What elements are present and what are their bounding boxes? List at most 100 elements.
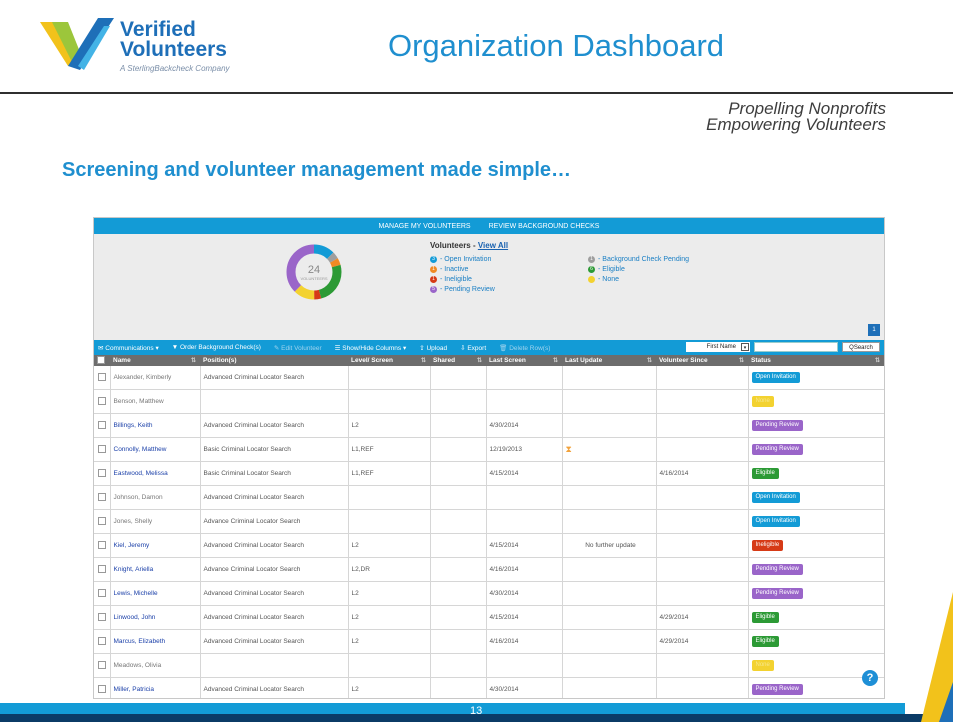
volunteer-name[interactable]: Johnson, Damon bbox=[110, 485, 201, 510]
volunteer-name[interactable]: Alexander, Kimberly bbox=[110, 366, 201, 390]
status-badge[interactable]: Ineligible bbox=[751, 540, 784, 551]
col-header-positions[interactable]: Position(s) bbox=[200, 355, 348, 366]
search-button[interactable]: QSearch bbox=[842, 342, 880, 352]
select-all-checkbox[interactable] bbox=[97, 355, 105, 364]
table-row[interactable]: Miller, Patricia Advanced Criminal Locato… bbox=[94, 677, 884, 698]
row-checkbox[interactable] bbox=[97, 612, 106, 621]
table-row[interactable]: Meadows, Olivia None bbox=[94, 653, 884, 678]
col-header-name[interactable]: Name ⇅ bbox=[110, 355, 200, 366]
row-checkbox[interactable] bbox=[97, 516, 106, 525]
table-row[interactable]: Benson, Matthew None bbox=[94, 389, 884, 414]
row-checkbox[interactable] bbox=[97, 564, 106, 573]
row-checkbox-cell bbox=[94, 581, 111, 606]
communications-menu[interactable]: ✉ Communications ▾ bbox=[98, 344, 159, 352]
table-row[interactable]: Connolly, Matthew Basic Criminal Locator … bbox=[94, 437, 884, 462]
legend-label: - None bbox=[598, 275, 620, 283]
row-checkbox[interactable] bbox=[97, 636, 106, 645]
view-all-link[interactable]: View All bbox=[478, 241, 508, 250]
legend-item-ineligible[interactable]: 1- Ineligible bbox=[430, 274, 495, 284]
status-badge[interactable]: Pending Review bbox=[751, 420, 803, 431]
status-badge[interactable]: Open Invitation bbox=[751, 516, 800, 527]
select-all-header[interactable] bbox=[94, 355, 110, 366]
nav-manage-volunteers[interactable]: MANAGE MY VOLUNTEERS bbox=[379, 223, 471, 230]
table-row[interactable]: Alexander, Kimberly Advanced Criminal Loc… bbox=[94, 366, 884, 390]
col-header-level-screen[interactable]: Level/ Screen ⇅ bbox=[348, 355, 430, 366]
row-checkbox[interactable] bbox=[97, 492, 106, 501]
table-row[interactable]: Jones, Shelly Advance Criminal Locator Se… bbox=[94, 509, 884, 534]
legend-label: - Background Check Pending bbox=[598, 255, 690, 263]
volunteer-name[interactable]: Miller, Patricia bbox=[110, 677, 201, 698]
position-cell: Advance Criminal Locator Search bbox=[200, 557, 349, 582]
status-badge[interactable]: None bbox=[751, 660, 774, 671]
volunteer-name[interactable]: Linwood, John bbox=[110, 605, 201, 630]
status-badge[interactable]: Pending Review bbox=[751, 444, 803, 455]
legend-label: - Ineligible bbox=[440, 275, 472, 283]
col-header-volunteer-since[interactable]: Volunteer Since ⇅ bbox=[656, 355, 748, 366]
table-row[interactable]: Billings, Keith Advanced Criminal Locator… bbox=[94, 413, 884, 438]
show-hide-columns-menu[interactable]: ☰ Show/Hide Columns ▾ bbox=[335, 344, 407, 352]
last-screen-cell: 4/15/2014 bbox=[486, 461, 563, 486]
legend-item-eligible[interactable]: 6- Eligible bbox=[588, 264, 689, 274]
status-badge[interactable]: Eligible bbox=[751, 636, 779, 647]
table-row[interactable]: Eastwood, Melissa Basic Criminal Locator … bbox=[94, 461, 884, 486]
row-checkbox[interactable] bbox=[97, 420, 106, 429]
help-icon[interactable]: ? bbox=[862, 670, 878, 686]
last-screen-cell bbox=[486, 509, 563, 534]
edit-volunteer-button[interactable]: ✎ Edit Volunteer bbox=[274, 344, 322, 352]
legend-item-background-check-pending[interactable]: 1- Background Check Pending bbox=[588, 254, 689, 264]
search-input[interactable] bbox=[754, 342, 838, 352]
status-badge[interactable]: Pending Review bbox=[751, 564, 803, 575]
page-badge[interactable]: 1 bbox=[868, 324, 880, 336]
order-background-check-button[interactable]: ▼ Order Background Check(s) bbox=[172, 344, 261, 351]
legend-item-inactive[interactable]: 1- Inactive bbox=[430, 264, 495, 274]
table-row[interactable]: Marcus, Elizabeth Advanced Criminal Locat… bbox=[94, 629, 884, 654]
col-header-shared[interactable]: Shared ⇅ bbox=[430, 355, 486, 366]
legend-item-pending-review[interactable]: 5- Pending Review bbox=[430, 284, 495, 294]
volunteer-name[interactable]: Knight, Ariella bbox=[110, 557, 201, 582]
export-button[interactable]: ⇩ Export bbox=[460, 344, 486, 352]
row-checkbox[interactable] bbox=[97, 588, 106, 597]
last-update-cell bbox=[562, 413, 657, 438]
status-badge[interactable]: Pending Review bbox=[751, 684, 803, 695]
legend-item-open-invitation[interactable]: 3- Open Invitation bbox=[430, 254, 495, 264]
row-checkbox[interactable] bbox=[97, 444, 106, 453]
volunteer-name[interactable]: Billings, Keith bbox=[110, 413, 201, 438]
table-row[interactable]: Knight, Ariella Advance Criminal Locator … bbox=[94, 557, 884, 582]
table-row[interactable]: Kiel, Jeremy Advanced Criminal Locator Se… bbox=[94, 533, 884, 558]
status-badge[interactable]: Eligible bbox=[751, 612, 779, 623]
row-checkbox[interactable] bbox=[97, 660, 106, 669]
table-row[interactable]: Johnson, Damon Advanced Criminal Locator … bbox=[94, 485, 884, 510]
row-checkbox[interactable] bbox=[97, 684, 106, 693]
row-checkbox[interactable] bbox=[97, 540, 106, 549]
col-header-last-update[interactable]: Last Update ⇅ bbox=[562, 355, 656, 366]
slide-subheading: Screening and volunteer management made … bbox=[62, 159, 572, 181]
volunteer-name[interactable]: Meadows, Olivia bbox=[110, 653, 201, 678]
status-badge[interactable]: None bbox=[751, 396, 774, 407]
volunteer-name[interactable]: Marcus, Elizabeth bbox=[110, 629, 201, 654]
row-checkbox[interactable] bbox=[97, 372, 106, 381]
status-badge[interactable]: Pending Review bbox=[751, 588, 803, 599]
search-field-select[interactable]: First Name ▾ bbox=[686, 342, 750, 352]
status-badge[interactable]: Open Invitation bbox=[751, 372, 800, 383]
upload-button[interactable]: ⇪ Upload bbox=[419, 344, 447, 352]
volunteer-name[interactable]: Connolly, Matthew bbox=[110, 437, 201, 462]
volunteer-name[interactable]: Jones, Shelly bbox=[110, 509, 201, 534]
volunteer-name[interactable]: Lewis, Michelle bbox=[110, 581, 201, 606]
table-row[interactable]: Lewis, Michelle Advanced Criminal Locator… bbox=[94, 581, 884, 606]
col-header-status[interactable]: Status ⇅ bbox=[748, 355, 884, 366]
volunteer-since-cell bbox=[656, 581, 749, 606]
col-header-label: Last Screen bbox=[489, 357, 526, 364]
row-checkbox[interactable] bbox=[97, 468, 106, 477]
volunteer-name[interactable]: Eastwood, Melissa bbox=[110, 461, 201, 486]
status-badge[interactable]: Eligible bbox=[751, 468, 779, 479]
row-checkbox[interactable] bbox=[97, 396, 106, 405]
nav-review-background-checks[interactable]: REVIEW BACKGROUND CHECKS bbox=[489, 223, 600, 230]
volunteer-name[interactable]: Benson, Matthew bbox=[110, 389, 201, 414]
table-row[interactable]: Linwood, John Advanced Criminal Locator S… bbox=[94, 605, 884, 630]
volunteer-name[interactable]: Kiel, Jeremy bbox=[110, 533, 201, 558]
status-badge[interactable]: Open Invitation bbox=[751, 492, 800, 503]
col-header-last-screen[interactable]: Last Screen ⇅ bbox=[486, 355, 562, 366]
delete-rows-button[interactable]: 🗑 Delete Row(s) bbox=[499, 344, 550, 352]
legend-label: - Eligible bbox=[598, 265, 625, 273]
legend-item-none[interactable]: - None bbox=[588, 274, 689, 284]
